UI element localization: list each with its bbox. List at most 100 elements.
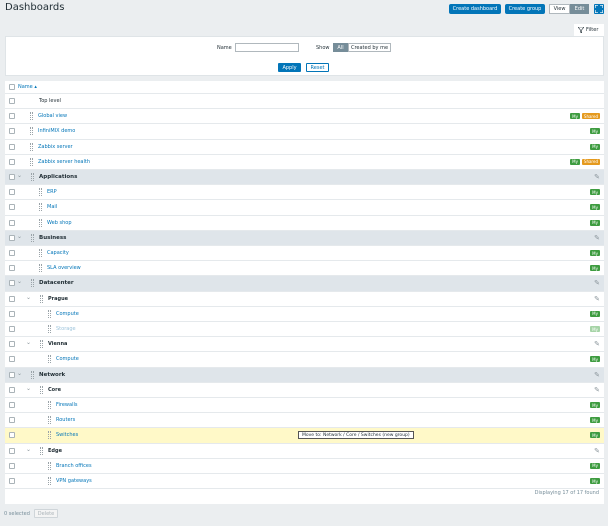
row-name[interactable]: Edge — [48, 448, 62, 454]
row-checkbox[interactable] — [9, 478, 15, 484]
row-checkbox[interactable] — [9, 174, 15, 180]
table-row[interactable]: Branch offices My — [5, 459, 604, 474]
row-name[interactable]: Network — [39, 372, 65, 378]
row-checkbox[interactable] — [9, 402, 15, 408]
row-checkbox[interactable] — [9, 265, 15, 272]
table-row[interactable]: Zabbix server health Shared My — [5, 155, 604, 170]
row-name[interactable]: Capacity — [47, 250, 69, 256]
table-row[interactable]: Compute My — [5, 352, 604, 368]
row-name[interactable]: Vienna — [48, 341, 67, 347]
edit-pencil-icon[interactable]: ✎ — [594, 295, 600, 303]
view-mode-button[interactable]: View — [549, 4, 570, 14]
drag-handle-icon[interactable] — [39, 249, 42, 257]
row-checkbox[interactable] — [9, 143, 15, 150]
group-row[interactable]: ⌄ Applications ✎ — [5, 170, 604, 186]
row-name[interactable]: Prague — [48, 296, 68, 302]
edit-pencil-icon[interactable]: ✎ — [594, 447, 600, 455]
table-row[interactable]: Firewalls My — [5, 398, 604, 414]
table-row[interactable]: Switches My Move to: Network / Core / Swit… — [5, 428, 604, 444]
table-row[interactable]: Routers My — [5, 413, 604, 429]
row-checkbox[interactable] — [9, 204, 15, 211]
drag-handle-icon[interactable] — [48, 309, 51, 318]
delete-button[interactable]: Delete — [34, 509, 58, 518]
group-row[interactable]: ⌄ Network ✎ — [5, 367, 604, 383]
table-row[interactable]: Zabbix server My — [5, 140, 604, 155]
row-name[interactable]: Firewalls — [56, 402, 77, 408]
drag-handle-icon[interactable] — [48, 416, 51, 425]
drag-handle-icon[interactable] — [31, 279, 34, 288]
row-name[interactable]: Web shop — [47, 220, 72, 226]
drag-handle-icon[interactable] — [48, 355, 51, 364]
fullscreen-button[interactable] — [594, 4, 604, 14]
row-checkbox[interactable] — [9, 417, 15, 424]
apply-button[interactable]: Apply — [278, 63, 301, 72]
drag-handle-icon[interactable] — [30, 142, 33, 151]
row-name[interactable]: Zabbix server — [38, 144, 73, 150]
chevron-down-icon[interactable]: ⌄ — [17, 172, 22, 179]
chevron-down-icon[interactable]: ⌄ — [17, 370, 22, 377]
drag-handle-icon[interactable] — [40, 446, 43, 455]
row-checkbox[interactable] — [9, 189, 15, 196]
chevron-down-icon[interactable]: ⌄ — [26, 339, 31, 346]
table-row[interactable]: InfiniMIX demo My — [5, 124, 604, 140]
row-checkbox[interactable] — [9, 128, 15, 135]
row-name[interactable]: Core — [48, 387, 61, 393]
drag-handle-icon[interactable] — [39, 264, 42, 273]
row-checkbox[interactable] — [9, 113, 15, 120]
chevron-down-icon[interactable]: ⌄ — [17, 278, 22, 285]
filter-tab[interactable]: Filter — [574, 24, 604, 36]
row-checkbox[interactable] — [9, 341, 15, 348]
row-checkbox[interactable] — [9, 432, 15, 439]
group-row[interactable]: ⌄ Prague ✎ — [5, 292, 604, 307]
edit-pencil-icon[interactable]: ✎ — [594, 371, 600, 379]
row-name[interactable]: Business — [39, 235, 66, 241]
chevron-down-icon[interactable]: ⌄ — [26, 294, 31, 301]
drag-handle-icon[interactable] — [40, 385, 43, 394]
drag-handle-icon[interactable] — [48, 431, 51, 440]
table-row[interactable]: Compute My — [5, 307, 604, 322]
drag-handle-icon[interactable] — [30, 127, 33, 136]
row-checkbox[interactable] — [9, 371, 15, 378]
drag-handle-icon[interactable] — [40, 340, 43, 349]
drag-handle-icon[interactable] — [48, 477, 51, 485]
drag-handle-icon[interactable] — [48, 325, 51, 333]
edit-pencil-icon[interactable]: ✎ — [594, 386, 600, 394]
row-name[interactable]: VPN gateways — [56, 478, 92, 484]
row-name[interactable]: Zabbix server health — [38, 159, 90, 165]
table-row[interactable]: Global view Shared My — [5, 109, 604, 125]
group-row[interactable]: ⌄ Datacenter ✎ — [5, 276, 604, 292]
row-checkbox[interactable] — [9, 250, 15, 256]
name-filter-input[interactable] — [235, 43, 299, 52]
show-all-option[interactable]: All — [333, 43, 348, 52]
row-checkbox[interactable] — [9, 158, 15, 165]
table-row[interactable]: Capacity My — [5, 246, 604, 262]
group-row[interactable]: ⌄ Vienna ✎ — [5, 337, 604, 353]
row-checkbox[interactable] — [9, 280, 15, 287]
drag-handle-icon[interactable] — [48, 401, 51, 409]
row-checkbox[interactable] — [9, 234, 15, 241]
drag-handle-icon[interactable] — [40, 294, 43, 303]
row-name[interactable]: InfiniMIX demo — [38, 128, 75, 134]
reset-button[interactable]: Reset — [306, 63, 329, 72]
edit-pencil-icon[interactable]: ✎ — [594, 234, 600, 242]
row-name[interactable]: Compute — [56, 311, 79, 317]
group-row[interactable]: ⌄ Edge ✎ — [5, 444, 604, 459]
group-row[interactable]: ⌄ Business ✎ — [5, 230, 604, 246]
row-name[interactable]: Switches — [56, 432, 78, 438]
table-row[interactable]: SLA overview My — [5, 261, 604, 277]
chevron-down-icon[interactable]: ⌄ — [17, 233, 22, 240]
edit-mode-button[interactable]: Edit — [570, 4, 589, 14]
drag-handle-icon[interactable] — [48, 461, 51, 470]
chevron-down-icon[interactable]: ⌄ — [26, 446, 31, 453]
row-name[interactable]: Global view — [38, 113, 67, 119]
edit-pencil-icon[interactable]: ✎ — [594, 340, 600, 348]
show-created-by-me-option[interactable]: Created by me — [348, 43, 391, 52]
table-row[interactable]: Mail My — [5, 200, 604, 216]
row-checkbox[interactable] — [9, 98, 15, 104]
edit-pencil-icon[interactable]: ✎ — [594, 173, 600, 181]
create-dashboard-button[interactable]: Create dashboard — [449, 4, 501, 14]
row-checkbox[interactable] — [9, 310, 15, 317]
drag-handle-icon[interactable] — [39, 188, 42, 197]
row-name[interactable]: ERP — [47, 189, 57, 195]
name-column-header[interactable]: Name ▴ — [18, 84, 37, 90]
